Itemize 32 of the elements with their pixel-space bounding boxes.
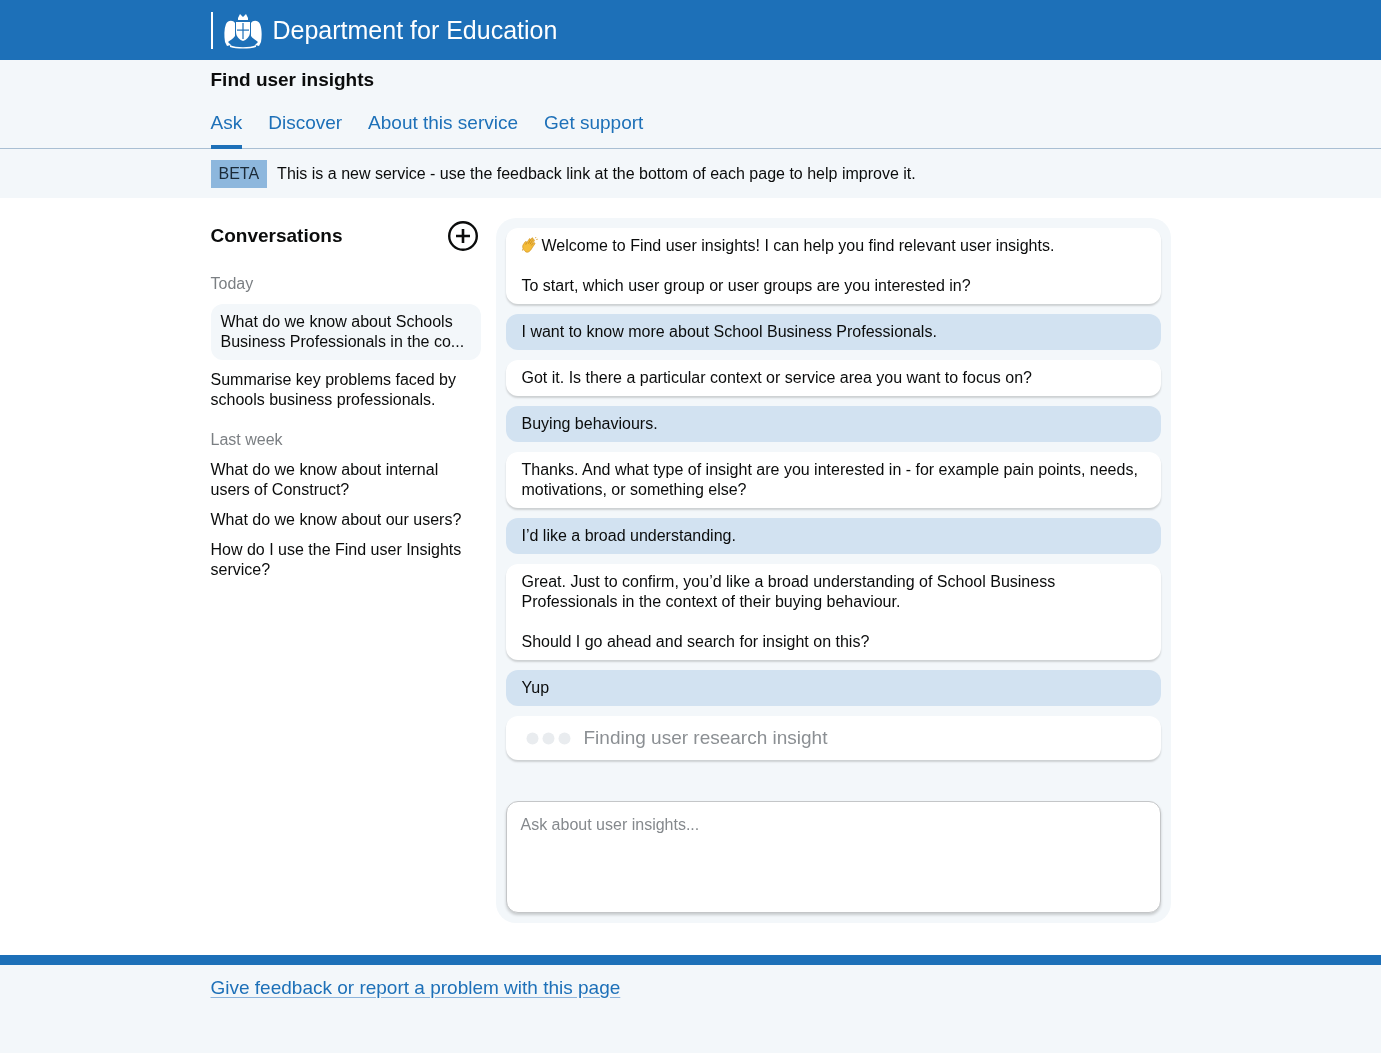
conversations-heading: Conversations bbox=[210, 224, 343, 248]
nav-tab[interactable]: Get support bbox=[544, 111, 644, 149]
conversation-group-label: Today bbox=[210, 274, 254, 294]
conversation-item[interactable]: How do I use the Find user Insights service? bbox=[210, 540, 473, 580]
nav-tab[interactable]: Discover bbox=[268, 111, 343, 149]
loading-text: Finding user research insight bbox=[583, 726, 828, 750]
message-text: Great. Just to confirm, you’d like a broad understanding of School Business Professionals in the context of their buying behaviour. bbox=[521, 572, 1057, 612]
conversation-item[interactable]: What do we know about internal users of Construct? bbox=[210, 460, 473, 500]
new-conversation-button[interactable] bbox=[447, 221, 478, 251]
message-text: I’d like a broad understanding. bbox=[521, 526, 737, 546]
message-text: Got it. Is there a particular context or service area you want to focus on? bbox=[521, 368, 1033, 388]
beta-tag: BETA bbox=[210, 159, 268, 188]
crest-logo bbox=[221, 11, 264, 49]
message-text: Should I go ahead and search for insight on this? bbox=[521, 632, 871, 652]
message-text: I want to know more about School Business Professionals. bbox=[521, 322, 938, 342]
conversation-item[interactable]: Summarise key problems faced by schools business professionals. bbox=[210, 370, 473, 410]
beta-banner-text: This is a new service - use the feedback link at the bottom of each page to help improve it. bbox=[277, 163, 916, 184]
department-logo-link[interactable]: Department for Education bbox=[221, 11, 558, 49]
conversation-group-label: Last week bbox=[210, 430, 283, 450]
message-input[interactable]: Ask about user insights... bbox=[505, 801, 1161, 913]
message-text: Welcome to Find user insights! I can help you find relevant user insights. bbox=[541, 236, 1055, 256]
message-text: Buying behaviours. bbox=[521, 414, 659, 434]
message-text: To start, which user group or user groups are you interested in? bbox=[521, 276, 972, 296]
conversation-item[interactable]: What do we know about our users? bbox=[210, 510, 473, 530]
nav-tab[interactable]: About this service bbox=[368, 111, 519, 149]
conversation-item[interactable]: What do we know about Schools Business Professionals in the co... bbox=[210, 304, 481, 360]
service-name: Find user insights bbox=[210, 69, 375, 91]
message-text: Yup bbox=[521, 678, 551, 698]
department-name: Department for Education bbox=[272, 15, 558, 45]
plus-circle-icon bbox=[447, 221, 478, 251]
feedback-link[interactable]: Give feedback or report a problem with this page bbox=[210, 977, 621, 998]
message-text: Thanks. And what type of insight are you interested in - for example pain points, needs, motivations, or something else? bbox=[521, 460, 1139, 500]
